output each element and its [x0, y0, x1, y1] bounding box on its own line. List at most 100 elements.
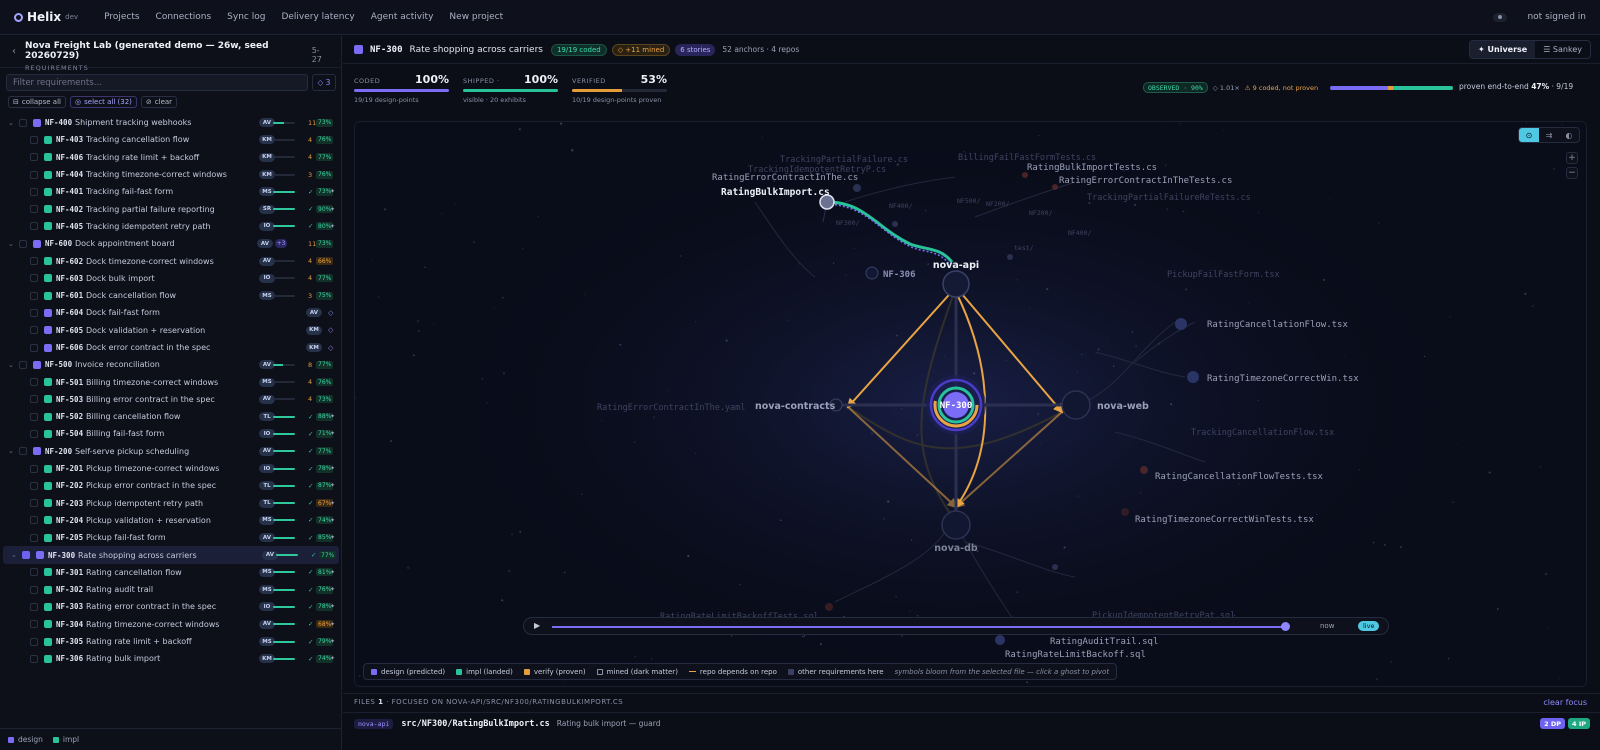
- requirement-row-nf-402[interactable]: NF-402 Tracking partial failure reporting…: [0, 200, 342, 217]
- requirement-row-nf-500[interactable]: ⌄ NF-500 Invoice reconciliation AV 8 77%: [0, 356, 342, 373]
- sankey-view-button[interactable]: ☰ Sankey: [1535, 41, 1590, 58]
- row-checkbox[interactable]: [30, 533, 38, 542]
- ghost-node-nf-306[interactable]: [865, 266, 879, 280]
- sign-in-status[interactable]: not signed in: [1527, 12, 1586, 22]
- row-checkbox[interactable]: [30, 326, 38, 335]
- requirement-row-nf-605[interactable]: NF-605 Dock validation + reservation KM ◇: [0, 322, 342, 339]
- requirement-row-nf-600[interactable]: ⌄ NF-600 Dock appointment board AV +3 11 73%: [0, 235, 342, 252]
- row-checkbox[interactable]: [30, 481, 38, 490]
- file-label-bright[interactable]: RatingErrorContractInThe.cs: [712, 173, 858, 183]
- row-checkbox[interactable]: [30, 291, 38, 300]
- row-checkbox[interactable]: [30, 378, 38, 387]
- requirement-row-nf-203[interactable]: NF-203 Pickup idempotent retry path TL ✓ 67%…: [0, 495, 342, 512]
- requirement-row-nf-501[interactable]: NF-501 Billing timezone-correct windows MS…: [0, 373, 342, 390]
- row-checkbox[interactable]: [30, 205, 38, 214]
- status-toggle[interactable]: [1493, 12, 1508, 22]
- repo-node-nova-api[interactable]: [942, 270, 970, 298]
- repo-node-nova-db[interactable]: [941, 510, 971, 540]
- file-label-bright[interactable]: RatingTimezoneCorrectWin.tsx: [1207, 374, 1359, 384]
- file-label-bright[interactable]: RatingRateLimitBackoff.sql: [1005, 650, 1146, 660]
- unproven-warning[interactable]: ⚠ 9 coded, not proven: [1245, 84, 1318, 92]
- row-checkbox[interactable]: [30, 222, 38, 231]
- universe-view-button[interactable]: ✦ Universe: [1470, 41, 1536, 58]
- ghost-requirement-label[interactable]: NF-306: [883, 270, 916, 280]
- zoom-in-icon[interactable]: +: [1566, 152, 1578, 164]
- requirement-row-nf-306[interactable]: NF-306 Rating bulk import KM ✓ 74% ✦: [0, 650, 342, 667]
- row-checkbox[interactable]: [30, 135, 38, 144]
- row-checkbox[interactable]: [30, 274, 38, 283]
- live-button[interactable]: live: [1358, 621, 1380, 631]
- clear-focus-link[interactable]: clear focus: [1543, 698, 1587, 707]
- clear-button[interactable]: ⊘ clear: [140, 96, 178, 108]
- select-all-button[interactable]: ◎ select all (32): [70, 96, 137, 108]
- app-logo[interactable]: Helix dev: [14, 10, 78, 24]
- row-checkbox[interactable]: [30, 568, 38, 577]
- row-checkbox[interactable]: [30, 429, 38, 438]
- requirement-row-nf-503[interactable]: NF-503 Billing error contract in the spec…: [0, 391, 342, 408]
- chevron-down-icon[interactable]: ⌄: [8, 119, 14, 127]
- requirement-row-nf-504[interactable]: NF-504 Billing fail-fast form IO ✓ 71% ✦: [0, 425, 342, 442]
- chevron-down-icon[interactable]: ⌄: [8, 361, 14, 369]
- row-checkbox[interactable]: [19, 239, 27, 248]
- file-label[interactable]: PickupFailFastForm.tsx: [1167, 270, 1280, 280]
- row-checkbox[interactable]: [30, 395, 38, 404]
- requirement-row-nf-601[interactable]: NF-601 Dock cancellation flow MS 3 75%: [0, 287, 342, 304]
- row-checkbox[interactable]: [30, 499, 38, 508]
- file-label[interactable]: TrackingPartialFailureReTests.cs: [1087, 193, 1251, 203]
- stories-badge[interactable]: 6 stories: [675, 43, 716, 56]
- row-checkbox[interactable]: [19, 360, 27, 369]
- nav-delivery-latency[interactable]: Delivery latency: [281, 12, 354, 22]
- requirement-row-nf-606[interactable]: NF-606 Dock error contract in the spec KM ◇: [0, 339, 342, 356]
- focus-mode-icon[interactable]: ⊙: [1519, 128, 1539, 142]
- requirement-row-nf-405[interactable]: NF-405 Tracking idempotent retry path IO ✓ 8…: [0, 218, 342, 235]
- chevron-down-icon[interactable]: ⌄: [8, 447, 14, 455]
- requirement-row-nf-602[interactable]: NF-602 Dock timezone-correct windows AV 4 66…: [0, 252, 342, 269]
- focused-file-label[interactable]: RatingBulkImport.cs: [721, 187, 830, 198]
- requirement-row-nf-201[interactable]: NF-201 Pickup timezone-correct windows IO ✓…: [0, 460, 342, 477]
- requirement-row-nf-404[interactable]: NF-404 Tracking timezone-correct windows K…: [0, 166, 342, 183]
- requirement-row-nf-302[interactable]: NF-302 Rating audit trail MS ✓ 76% ✦: [0, 581, 342, 598]
- file-label[interactable]: TrackingCancellationFlow.tsx: [1191, 428, 1334, 438]
- file-label[interactable]: RatingErrorContractInThe.yaml: [597, 403, 745, 413]
- row-checkbox[interactable]: [30, 170, 38, 179]
- requirement-row-nf-204[interactable]: NF-204 Pickup validation + reservation MS ✓…: [0, 512, 342, 529]
- row-checkbox[interactable]: [30, 654, 38, 663]
- row-checkbox[interactable]: [30, 620, 38, 629]
- requirement-row-nf-303[interactable]: NF-303 Rating error contract in the spec I…: [0, 598, 342, 615]
- file-row[interactable]: nova-api src/NF300/RatingBulkImport.cs R…: [343, 712, 1600, 734]
- row-checkbox[interactable]: [19, 447, 27, 456]
- universe-graph[interactable]: RatingErrorContractInThe.cs RatingBulkIm…: [355, 122, 1587, 687]
- nav-new-project[interactable]: New project: [449, 12, 503, 22]
- timeline-scrubber[interactable]: ▶ now live: [523, 617, 1389, 635]
- collapse-all-button[interactable]: ⊟ collapse all: [8, 96, 66, 108]
- requirement-row-nf-502[interactable]: NF-502 Billing cancellation flow TL ✓ 88% ✦: [0, 408, 342, 425]
- nav-agent-activity[interactable]: Agent activity: [371, 12, 434, 22]
- requirement-row-nf-300[interactable]: ⌄ NF-300 Rate shopping across carriers AV ✓ 7…: [3, 546, 339, 564]
- requirement-row-nf-603[interactable]: NF-603 Dock bulk import IO 4 77%: [0, 270, 342, 287]
- file-label-bright[interactable]: RatingAuditTrail.sql: [1050, 637, 1158, 647]
- row-checkbox[interactable]: [30, 585, 38, 594]
- row-checkbox[interactable]: [22, 551, 30, 560]
- timeline-track[interactable]: [552, 626, 1286, 628]
- row-checkbox[interactable]: [19, 118, 27, 127]
- file-label-bright[interactable]: RatingTimezoneCorrectWinTests.tsx: [1135, 515, 1314, 525]
- chevron-down-icon[interactable]: ⌄: [8, 240, 14, 248]
- nav-sync-log[interactable]: Sync log: [227, 12, 265, 22]
- requirement-row-nf-401[interactable]: NF-401 Tracking fail-fast form MS ✓ 73% ✦: [0, 183, 342, 200]
- play-icon[interactable]: ▶: [534, 621, 540, 630]
- file-path[interactable]: src/NF300/RatingBulkImport.cs: [401, 719, 549, 729]
- file-label-bright[interactable]: RatingBulkImportTests.cs: [1027, 163, 1157, 173]
- repo-label-nova-contracts[interactable]: nova-contracts: [755, 401, 836, 412]
- file-label-bright[interactable]: RatingCancellationFlowTests.tsx: [1155, 472, 1324, 482]
- requirement-row-nf-301[interactable]: NF-301 Rating cancellation flow MS ✓ 81% ✦: [0, 564, 342, 581]
- repo-label-nova-db[interactable]: nova-db: [934, 543, 978, 554]
- requirement-row-nf-205[interactable]: NF-205 Pickup fail-fast form AV ✓ 85% ✦: [0, 529, 342, 546]
- requirement-row-nf-403[interactable]: NF-403 Tracking cancellation flow KM 4 76%: [0, 131, 342, 148]
- file-label[interactable]: TrackingPartialFailure.cs: [780, 155, 908, 165]
- filter-input[interactable]: [6, 74, 308, 91]
- file-label-bright[interactable]: RatingErrorContractInTheTests.cs: [1059, 176, 1232, 186]
- nav-connections[interactable]: Connections: [156, 12, 212, 22]
- nav-projects[interactable]: Projects: [104, 12, 139, 22]
- row-checkbox[interactable]: [30, 464, 38, 473]
- repo-label-nova-web[interactable]: nova-web: [1097, 401, 1149, 412]
